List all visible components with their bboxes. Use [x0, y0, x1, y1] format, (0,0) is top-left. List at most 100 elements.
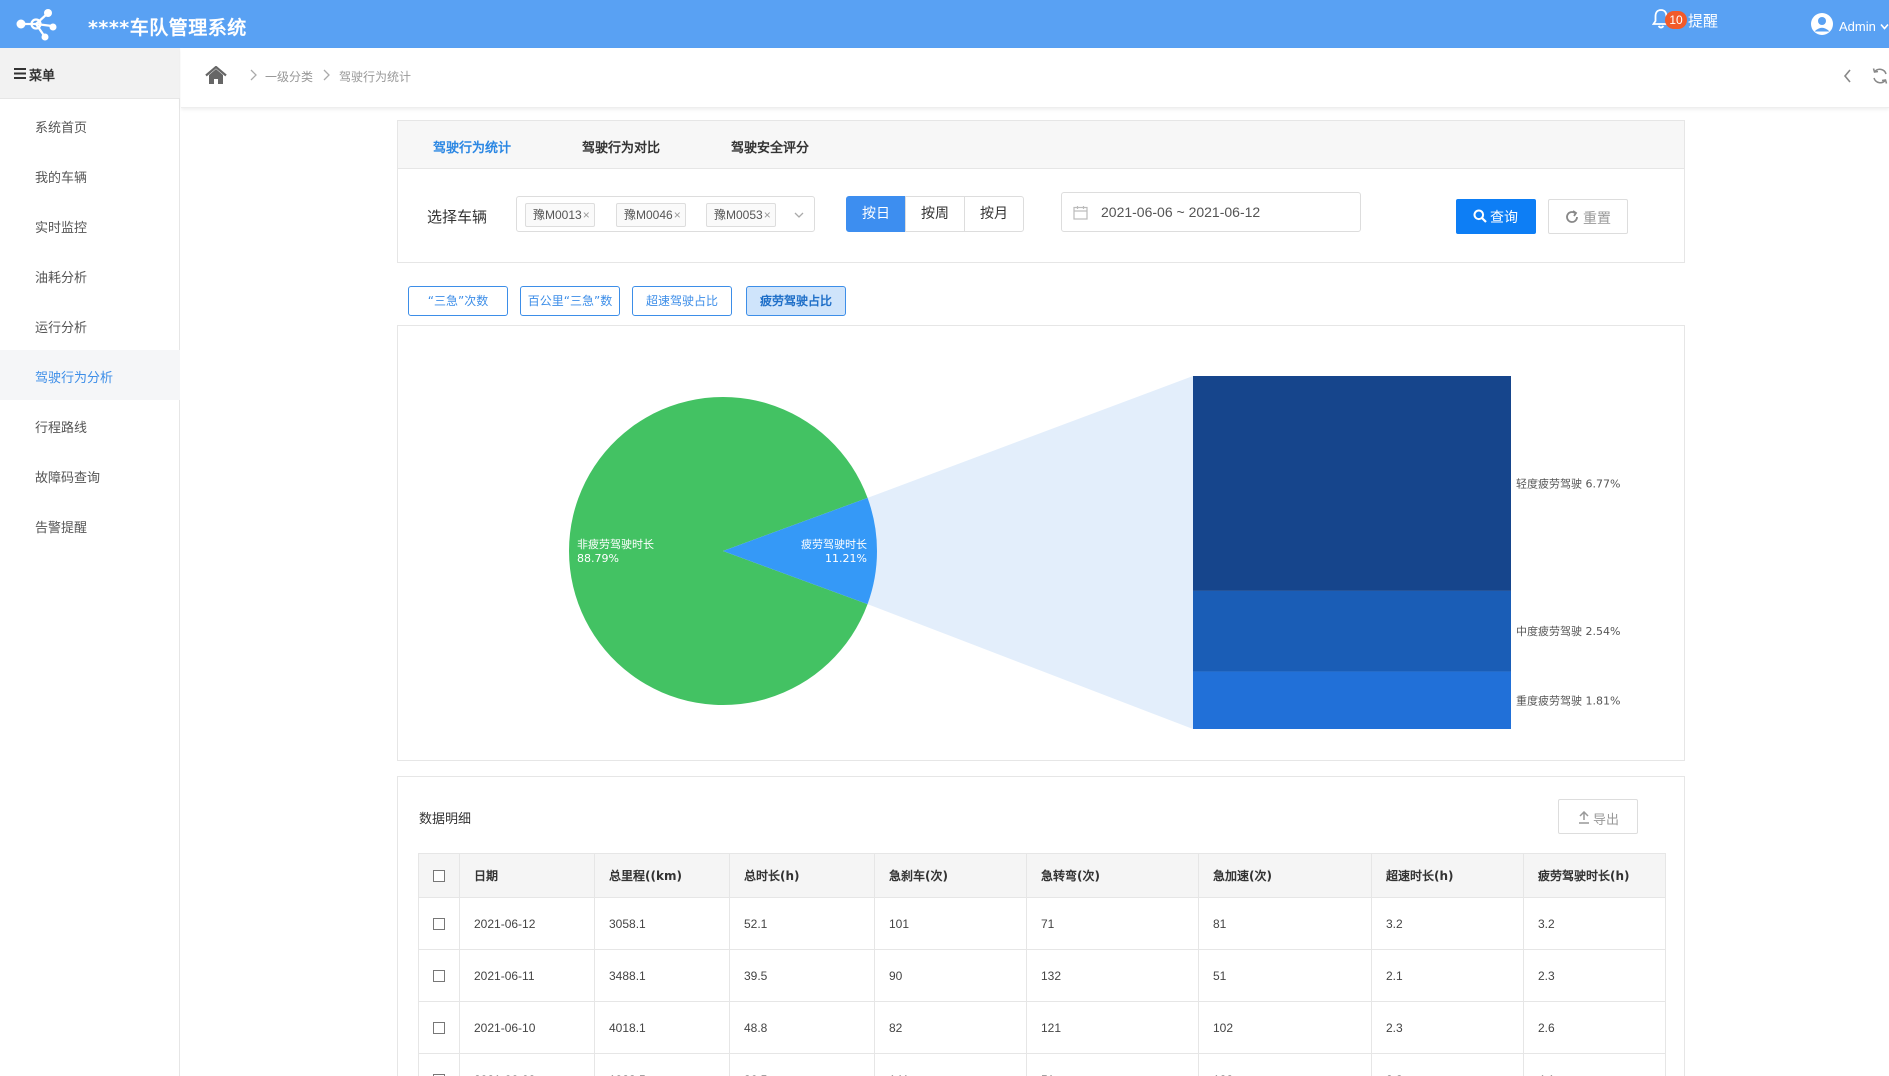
date-range-picker[interactable]: 2021-06-06 ~ 2021-06-12 [1061, 192, 1361, 232]
close-icon[interactable]: × [764, 208, 771, 222]
app-title: ****车队管理系统 [88, 17, 247, 39]
close-icon[interactable]: × [674, 208, 681, 222]
sidebar-item-label: 行程路线 [35, 421, 88, 436]
checkbox[interactable] [433, 1022, 445, 1035]
vehicle-tag[interactable]: 豫M0046× [616, 203, 686, 227]
table-cell: 2021-06-11 [459, 949, 595, 1002]
home-icon[interactable] [205, 66, 227, 85]
column-header[interactable]: 超速时长(h) [1371, 853, 1524, 898]
chevron-right-icon [323, 69, 330, 81]
table-row[interactable]: 2021-06-12 3058.1 52.1 101 71 81 3.2 3.2 [418, 897, 1666, 950]
search-icon [1473, 209, 1487, 223]
column-header[interactable]: 总里程((km) [594, 853, 730, 898]
bar-segment-label-0: 轻度疲劳驾驶 6.77% [1516, 476, 1620, 490]
export-button-label: 导出 [1593, 813, 1620, 828]
vehicle-tag-label: 豫M0046 [624, 208, 673, 222]
metric-fatigue-ratio[interactable]: 疲劳驾驶占比 [746, 286, 846, 316]
metric-three-sharp-per-100km[interactable]: 百公里“三急”数 [520, 286, 620, 316]
table-cell: 3.2 [1523, 897, 1666, 950]
upload-icon [1579, 811, 1589, 824]
sidebar-item-label: 我的车辆 [35, 171, 88, 186]
column-header[interactable]: 急刹车(次) [874, 853, 1027, 898]
column-header[interactable]: 疲劳驾驶时长(h) [1523, 853, 1666, 898]
table-cell: 2.3 [1371, 1053, 1524, 1076]
tab-driving-safety-score[interactable]: 驾驶安全评分 [731, 137, 809, 156]
sidebar-item-home[interactable]: 系统首页 [0, 100, 180, 150]
detail-table: 日期 总里程((km) 总时长(h) 急刹车(次) 急转弯(次) 急加速(次) … [418, 853, 1666, 1076]
period-week-button[interactable]: 按周 [905, 196, 965, 232]
pie-label-fatigue-value: 11.21% [825, 552, 867, 565]
vehicle-tag[interactable]: 豫M0053× [706, 203, 776, 227]
table-cell: 102 [1198, 1001, 1372, 1054]
chevron-down-icon[interactable] [794, 211, 804, 219]
sidebar-item-driving-behavior[interactable]: 驾驶行为分析 [0, 350, 180, 400]
checkbox[interactable] [433, 870, 445, 882]
table-cell: 39.5 [729, 949, 875, 1002]
row-checkbox-cell[interactable] [418, 949, 460, 1002]
sidebar-item-label: 油耗分析 [35, 271, 88, 286]
sidebar-item-trip-route[interactable]: 行程路线 [0, 400, 180, 450]
sidebar: 菜单 系统首页 我的车辆 实时监控 油耗分析 运行分析 驾驶行为分析 行程路线 … [0, 48, 180, 1076]
table-row[interactable]: 2021-06-10 4018.1 48.8 82 121 102 2.3 2.… [418, 1001, 1666, 1054]
menu-icon [14, 68, 26, 79]
column-header[interactable]: 日期 [459, 853, 595, 898]
reset-button[interactable]: 重置 [1548, 199, 1628, 234]
breadcrumb-level1[interactable]: 一级分类 [265, 68, 313, 85]
fatigue-chart-panel: 非疲劳驾驶时长 88.79% 疲劳驾驶时长 11.21% 轻度疲劳驾驶 6.77% 中度疲… [397, 325, 1685, 761]
table-cell: 141 [874, 1053, 1027, 1076]
row-checkbox-cell[interactable] [418, 897, 460, 950]
table-row[interactable]: 2021-06-09 1933.5 36.5 141 51 122 2.3 4.… [418, 1053, 1666, 1076]
table-cell: 52.1 [729, 897, 875, 950]
table-cell: 4.1 [1523, 1053, 1666, 1076]
breadcrumb: 一级分类 驾驶行为统计 [181, 48, 1889, 108]
table-cell: 2.3 [1371, 1001, 1524, 1054]
network-logo-icon[interactable] [14, 6, 60, 42]
table-cell: 81 [1198, 897, 1372, 950]
user-menu[interactable]: Admin [1808, 10, 1889, 40]
column-header[interactable]: 急转弯(次) [1026, 853, 1199, 898]
table-cell: 3.2 [1371, 897, 1524, 950]
sidebar-item-operation-analysis[interactable]: 运行分析 [0, 300, 180, 350]
sidebar-item-realtime-monitor[interactable]: 实时监控 [0, 200, 180, 250]
reset-icon [1566, 210, 1578, 223]
query-button[interactable]: 查询 [1456, 199, 1536, 234]
checkbox[interactable] [433, 918, 445, 931]
table-cell: 2.3 [1523, 949, 1666, 1002]
sidebar-item-label: 驾驶行为分析 [35, 371, 114, 386]
period-day-button[interactable]: 按日 [846, 196, 906, 232]
connector-area [867, 376, 1193, 729]
vehicle-multiselect[interactable]: 豫M0013× 豫M0046× 豫M0053× [516, 196, 815, 232]
table-cell: 3488.1 [594, 949, 730, 1002]
tabs-bar: 驾驶行为统计 驾驶行为对比 驾驶安全评分 [398, 121, 1684, 169]
table-cell: 2021-06-10 [459, 1001, 595, 1054]
column-header[interactable]: 总时长(h) [729, 853, 875, 898]
table-cell: 132 [1026, 949, 1199, 1002]
chevron-down-icon [1880, 23, 1889, 30]
sidebar-item-fuel-analysis[interactable]: 油耗分析 [0, 250, 180, 300]
tab-driving-behavior-stats[interactable]: 驾驶行为统计 [433, 137, 511, 156]
close-icon[interactable]: × [583, 208, 590, 222]
checkbox[interactable] [433, 970, 445, 983]
table-header-row: 日期 总里程((km) 总时长(h) 急刹车(次) 急转弯(次) 急加速(次) … [418, 853, 1666, 898]
table-cell: 2021-06-09 [459, 1053, 595, 1076]
sidebar-item-alarm-reminder[interactable]: 告警提醒 [0, 500, 180, 550]
select-all-checkbox-cell[interactable] [418, 853, 460, 898]
alert-count-badge: 10 [1665, 11, 1687, 29]
menu-header[interactable]: 菜单 [0, 48, 180, 99]
chevron-left-icon[interactable] [1842, 68, 1854, 84]
sidebar-item-label: 故障码查询 [35, 471, 101, 486]
sidebar-item-fault-code[interactable]: 故障码查询 [0, 450, 180, 500]
column-header[interactable]: 急加速(次) [1198, 853, 1372, 898]
metric-three-sharp-count[interactable]: “三急”次数 [408, 286, 508, 316]
export-button[interactable]: 导出 [1558, 799, 1638, 834]
sidebar-item-my-vehicles[interactable]: 我的车辆 [0, 150, 180, 200]
metric-speeding-ratio[interactable]: 超速驾驶占比 [632, 286, 732, 316]
tab-driving-behavior-compare[interactable]: 驾驶行为对比 [582, 137, 660, 156]
period-month-button[interactable]: 按月 [964, 196, 1024, 232]
vehicle-tag[interactable]: 豫M0013× [525, 203, 595, 227]
sidebar-item-label: 系统首页 [35, 121, 88, 136]
table-row[interactable]: 2021-06-11 3488.1 39.5 90 132 51 2.1 2.3 [418, 949, 1666, 1002]
refresh-icon[interactable] [1871, 67, 1889, 85]
row-checkbox-cell[interactable] [418, 1053, 460, 1076]
row-checkbox-cell[interactable] [418, 1001, 460, 1054]
